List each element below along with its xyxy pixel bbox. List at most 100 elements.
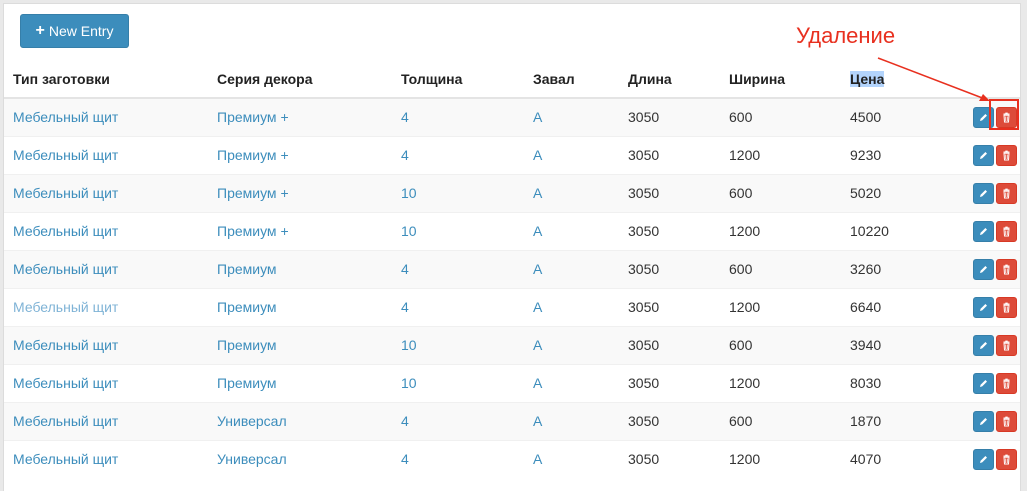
cell-thickness[interactable]: 4 [401, 147, 409, 163]
cell-price-cell: 8030 [841, 363, 951, 402]
cell-type[interactable]: Мебельный щит [13, 147, 118, 163]
delete-button[interactable] [996, 410, 1017, 432]
cell-thickness[interactable]: 4 [401, 299, 409, 315]
column-header-series[interactable]: Серия декора [208, 60, 392, 99]
cell-price-cell: 3940 [841, 325, 951, 364]
edit-button[interactable] [973, 258, 994, 280]
cell-zaval[interactable]: A [533, 109, 542, 125]
cell-length: 3050 [628, 451, 660, 468]
cell-thickness[interactable]: 4 [401, 109, 409, 125]
cell-thickness-cell: 10 [392, 211, 524, 250]
cell-price: 8030 [850, 375, 882, 391]
cell-series-cell: Премиум + [208, 173, 392, 212]
cell-type[interactable]: Мебельный щит [13, 223, 118, 239]
cell-zaval[interactable]: A [533, 147, 542, 163]
column-header-type[interactable]: Тип заготовки [4, 60, 208, 99]
delete-button[interactable] [996, 296, 1017, 318]
edit-button[interactable] [973, 410, 994, 432]
table-row: Мебельный щит Премиум 10 A 3050 600 3940 [4, 325, 1020, 364]
cell-zaval[interactable]: A [533, 375, 542, 391]
cell-series[interactable]: Премиум [217, 299, 277, 315]
cell-type[interactable]: Мебельный щит [13, 185, 118, 201]
delete-button[interactable] [996, 372, 1017, 394]
cell-type[interactable]: Мебельный щит [13, 299, 118, 315]
cell-zaval-cell: A [524, 249, 619, 288]
cell-width-cell: 600 [720, 325, 841, 364]
delete-button[interactable] [996, 106, 1017, 128]
column-header-length[interactable]: Длина [619, 60, 720, 99]
cell-zaval[interactable]: A [533, 223, 542, 239]
cell-zaval[interactable]: A [533, 299, 542, 315]
cell-series[interactable]: Премиум [217, 261, 277, 277]
entries-panel: + New Entry Тип заготовки Серия декора Т… [3, 3, 1021, 491]
cell-zaval[interactable]: A [533, 413, 542, 429]
cell-zaval[interactable]: A [533, 261, 542, 277]
cell-type-cell: Мебельный щит [4, 249, 208, 288]
edit-button[interactable] [973, 296, 994, 318]
row-actions [951, 439, 1020, 478]
cell-series[interactable]: Премиум + [217, 185, 289, 201]
delete-button[interactable] [996, 334, 1017, 356]
entries-table: Тип заготовки Серия декора Толщина Завал… [4, 60, 1020, 478]
cell-series[interactable]: Универсал [217, 451, 287, 467]
annotation-label: Удаление [796, 23, 896, 48]
row-actions [951, 363, 1020, 402]
delete-button[interactable] [996, 220, 1017, 242]
cell-series-cell: Премиум + [208, 211, 392, 250]
edit-button[interactable] [973, 182, 994, 204]
cell-type-cell: Мебельный щит [4, 173, 208, 212]
cell-type[interactable]: Мебельный щит [13, 413, 118, 429]
cell-thickness[interactable]: 10 [401, 185, 417, 201]
edit-button[interactable] [973, 144, 994, 166]
cell-series[interactable]: Универсал [217, 413, 287, 429]
cell-series[interactable]: Премиум [217, 375, 277, 391]
delete-button[interactable] [996, 448, 1017, 470]
cell-series[interactable]: Премиум [217, 337, 277, 353]
cell-thickness-cell: 4 [392, 249, 524, 288]
cell-thickness[interactable]: 4 [401, 451, 409, 467]
cell-length-cell: 3050 [619, 173, 720, 212]
cell-series[interactable]: Премиум + [217, 109, 289, 125]
cell-length-cell: 3050 [619, 135, 720, 174]
cell-width: 1200 [729, 451, 761, 468]
cell-width: 600 [729, 109, 753, 126]
delete-button[interactable] [996, 182, 1017, 204]
cell-type[interactable]: Мебельный щит [13, 451, 118, 467]
column-header-zaval[interactable]: Завал [524, 60, 619, 99]
new-entry-button[interactable]: + New Entry [20, 14, 129, 48]
cell-thickness[interactable]: 4 [401, 261, 409, 277]
cell-series[interactable]: Премиум + [217, 223, 289, 239]
delete-button[interactable] [996, 144, 1017, 166]
cell-type[interactable]: Мебельный щит [13, 375, 118, 391]
table-row: Мебельный щит Универсал 4 A 3050 600 1870 [4, 401, 1020, 440]
cell-thickness[interactable]: 4 [401, 413, 409, 429]
cell-zaval[interactable]: A [533, 337, 542, 353]
row-actions [951, 325, 1020, 364]
cell-series[interactable]: Премиум + [217, 147, 289, 163]
cell-zaval[interactable]: A [533, 185, 542, 201]
cell-thickness[interactable]: 10 [401, 375, 417, 391]
cell-type[interactable]: Мебельный щит [13, 109, 118, 125]
cell-length: 3050 [628, 413, 660, 429]
edit-button[interactable] [973, 448, 994, 470]
edit-button[interactable] [973, 372, 994, 394]
column-header-width[interactable]: Ширина [720, 60, 841, 99]
cell-thickness-cell: 4 [392, 97, 524, 136]
delete-button[interactable] [996, 258, 1017, 280]
edit-button[interactable] [973, 220, 994, 242]
cell-thickness[interactable]: 10 [401, 223, 417, 239]
edit-button[interactable] [973, 106, 994, 128]
cell-thickness[interactable]: 10 [401, 337, 417, 353]
table-row: Мебельный щит Универсал 4 A 3050 1200 4070 [4, 439, 1020, 478]
cell-width-cell: 600 [720, 97, 841, 136]
table-row: Мебельный щит Премиум 4 A 3050 1200 6640 [4, 287, 1020, 326]
column-header-thickness[interactable]: Толщина [392, 60, 524, 99]
cell-type[interactable]: Мебельный щит [13, 261, 118, 277]
cell-width: 1200 [729, 147, 761, 163]
cell-type[interactable]: Мебельный щит [13, 337, 118, 353]
column-header-price[interactable]: Цена [841, 60, 951, 99]
cell-length-cell: 3050 [619, 287, 720, 326]
cell-zaval[interactable]: A [533, 451, 542, 467]
cell-zaval-cell: A [524, 135, 619, 174]
edit-button[interactable] [973, 334, 994, 356]
